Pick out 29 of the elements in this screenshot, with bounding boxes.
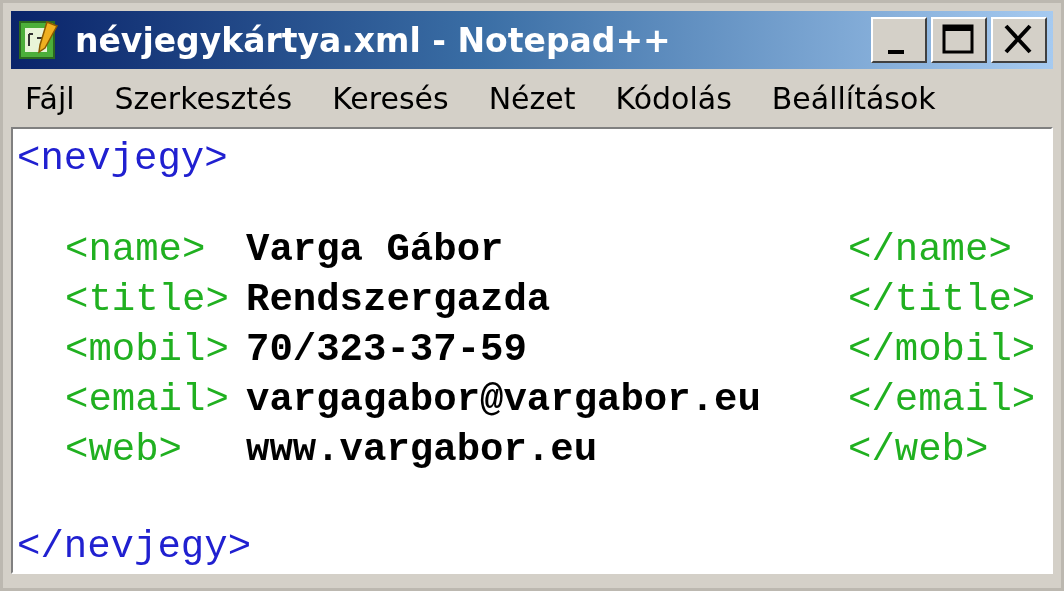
minimize-icon [888, 50, 904, 54]
maximize-button[interactable] [931, 17, 987, 63]
code-text: <email> [65, 377, 230, 424]
minimize-button[interactable] [871, 17, 927, 63]
code-text: </web> [848, 427, 990, 474]
code-text: <nevjegy> [17, 137, 228, 181]
menu-item[interactable]: Nézet [488, 80, 576, 116]
menu-item[interactable]: Kódolás [615, 80, 732, 116]
menu-item[interactable]: Keresés [332, 80, 449, 116]
code-text: Varga Gábor [246, 227, 505, 274]
code-text: </email> [848, 377, 1037, 424]
window-title: névjegykártya.xml - Notepad++ [75, 20, 672, 60]
code-text: vargagabor@vargabor.eu [246, 377, 762, 424]
menu-item[interactable]: Beállítások [771, 80, 936, 116]
code-text: <title> [65, 277, 230, 324]
code-text: </title> [848, 277, 1037, 324]
code-text: www.vargabor.eu [246, 427, 599, 474]
notepad-icon [17, 18, 61, 62]
code-text: </nevjegy> [17, 525, 252, 569]
menu-item[interactable]: Fájl [25, 80, 75, 116]
code-text: </mobil> [848, 327, 1037, 374]
code-text: <mobil> [65, 327, 230, 374]
code-text: Rendszergazda [246, 277, 552, 324]
code-text: <web> [65, 427, 184, 474]
code-text: <name> [65, 227, 207, 274]
close-button[interactable] [991, 17, 1047, 63]
menu-item[interactable]: Szerkesztés [114, 80, 293, 116]
code-text: </name> [848, 227, 1013, 274]
code-text: 70/323-37-59 [246, 327, 528, 374]
